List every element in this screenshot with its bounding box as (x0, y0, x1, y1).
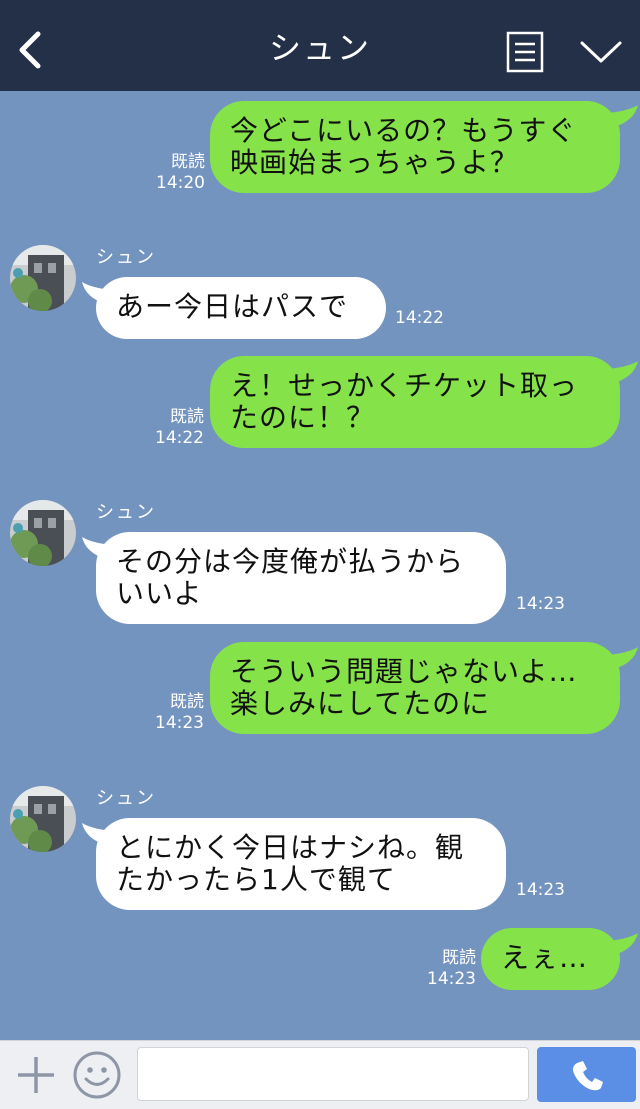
plus-icon (18, 1057, 54, 1093)
message-time: 14:20 (156, 173, 205, 193)
sender-name: シュン (96, 502, 156, 523)
collapse-button[interactable] (578, 34, 624, 70)
message-time: 14:22 (155, 428, 204, 448)
message-bubble[interactable]: え！せっかくチケット取っ たのに！？ (210, 356, 620, 448)
sender-name: シュン (96, 247, 156, 268)
message-text-line: とにかく今日はナシね。観 (116, 831, 465, 864)
message-meta: 既読 14:23 (148, 692, 204, 734)
message-bubble[interactable]: 今どこにいるの？もうすぐ 映画始まっちゃうよ？ (210, 101, 620, 193)
chevron-down-icon (580, 41, 622, 63)
read-receipt: 既読 (170, 407, 204, 427)
avatar-photo (10, 786, 76, 852)
message-text-line: たかったら1人で観て (116, 863, 396, 896)
message-text-line: いいよ (116, 577, 203, 610)
avatar-photo (10, 245, 76, 311)
message-text-line: え！せっかくチケット取っ (230, 369, 579, 402)
message-bubble[interactable]: その分は今度俺が払うから いいよ (96, 532, 506, 624)
message-meta: 既読 14:22 (148, 407, 204, 449)
message-bubble[interactable]: とにかく今日はナシね。観 たかったら1人で観て (96, 818, 506, 910)
message-text-line: 今どこにいるの？もうすぐ (230, 114, 577, 147)
menu-button[interactable] (506, 31, 544, 73)
message-text-line: その分は今度俺が払うから (116, 545, 465, 578)
message-time: 14:23 (516, 880, 565, 900)
call-button[interactable] (537, 1047, 636, 1102)
read-receipt: 既読 (442, 948, 476, 968)
message-time: 14:23 (155, 713, 204, 733)
message-bubble[interactable]: えぇ… (481, 928, 620, 990)
message-text-line: たのに！？ (230, 401, 376, 434)
message-time: 14:23 (516, 594, 565, 614)
menu-list-icon (506, 31, 544, 73)
chevron-left-icon (19, 31, 41, 69)
read-receipt: 既読 (170, 692, 204, 712)
avatar[interactable] (10, 245, 76, 311)
smiley-icon (73, 1051, 121, 1099)
message-text-line: そういう問題じゃないよ… (230, 655, 578, 688)
message-text-line: 映画始まっちゃうよ？ (230, 146, 519, 179)
chat-area: 既読 14:20 今どこにいるの？もうすぐ 映画始まっちゃうよ？ シュン あー今… (0, 91, 640, 1040)
message-input[interactable] (137, 1047, 529, 1101)
sender-name: シュン (96, 788, 156, 809)
add-attachment-button[interactable] (14, 1053, 58, 1097)
chat-title: シュン (268, 29, 371, 67)
read-receipt: 既読 (171, 152, 205, 172)
message-text-line: あー今日はパスで (116, 290, 349, 323)
back-button[interactable] (12, 26, 52, 74)
message-bubble[interactable]: そういう問題じゃないよ… 楽しみにしてたのに (210, 642, 620, 734)
avatar[interactable] (10, 500, 76, 566)
message-bubble[interactable]: あー今日はパスで (96, 277, 386, 339)
message-meta: 既読 14:20 (150, 152, 205, 194)
message-time: 14:23 (427, 969, 476, 989)
message-time: 14:22 (395, 308, 444, 328)
message-text-line: 楽しみにしてたのに (230, 687, 491, 720)
phone-icon (572, 1061, 603, 1091)
emoji-button[interactable] (72, 1050, 122, 1100)
message-text-line: えぇ… (501, 941, 589, 974)
message-meta: 既読 14:23 (420, 948, 476, 990)
message-input-bar (0, 1040, 640, 1109)
chat-header: シュン (0, 0, 640, 91)
avatar[interactable] (10, 786, 76, 852)
avatar-photo (10, 500, 76, 566)
